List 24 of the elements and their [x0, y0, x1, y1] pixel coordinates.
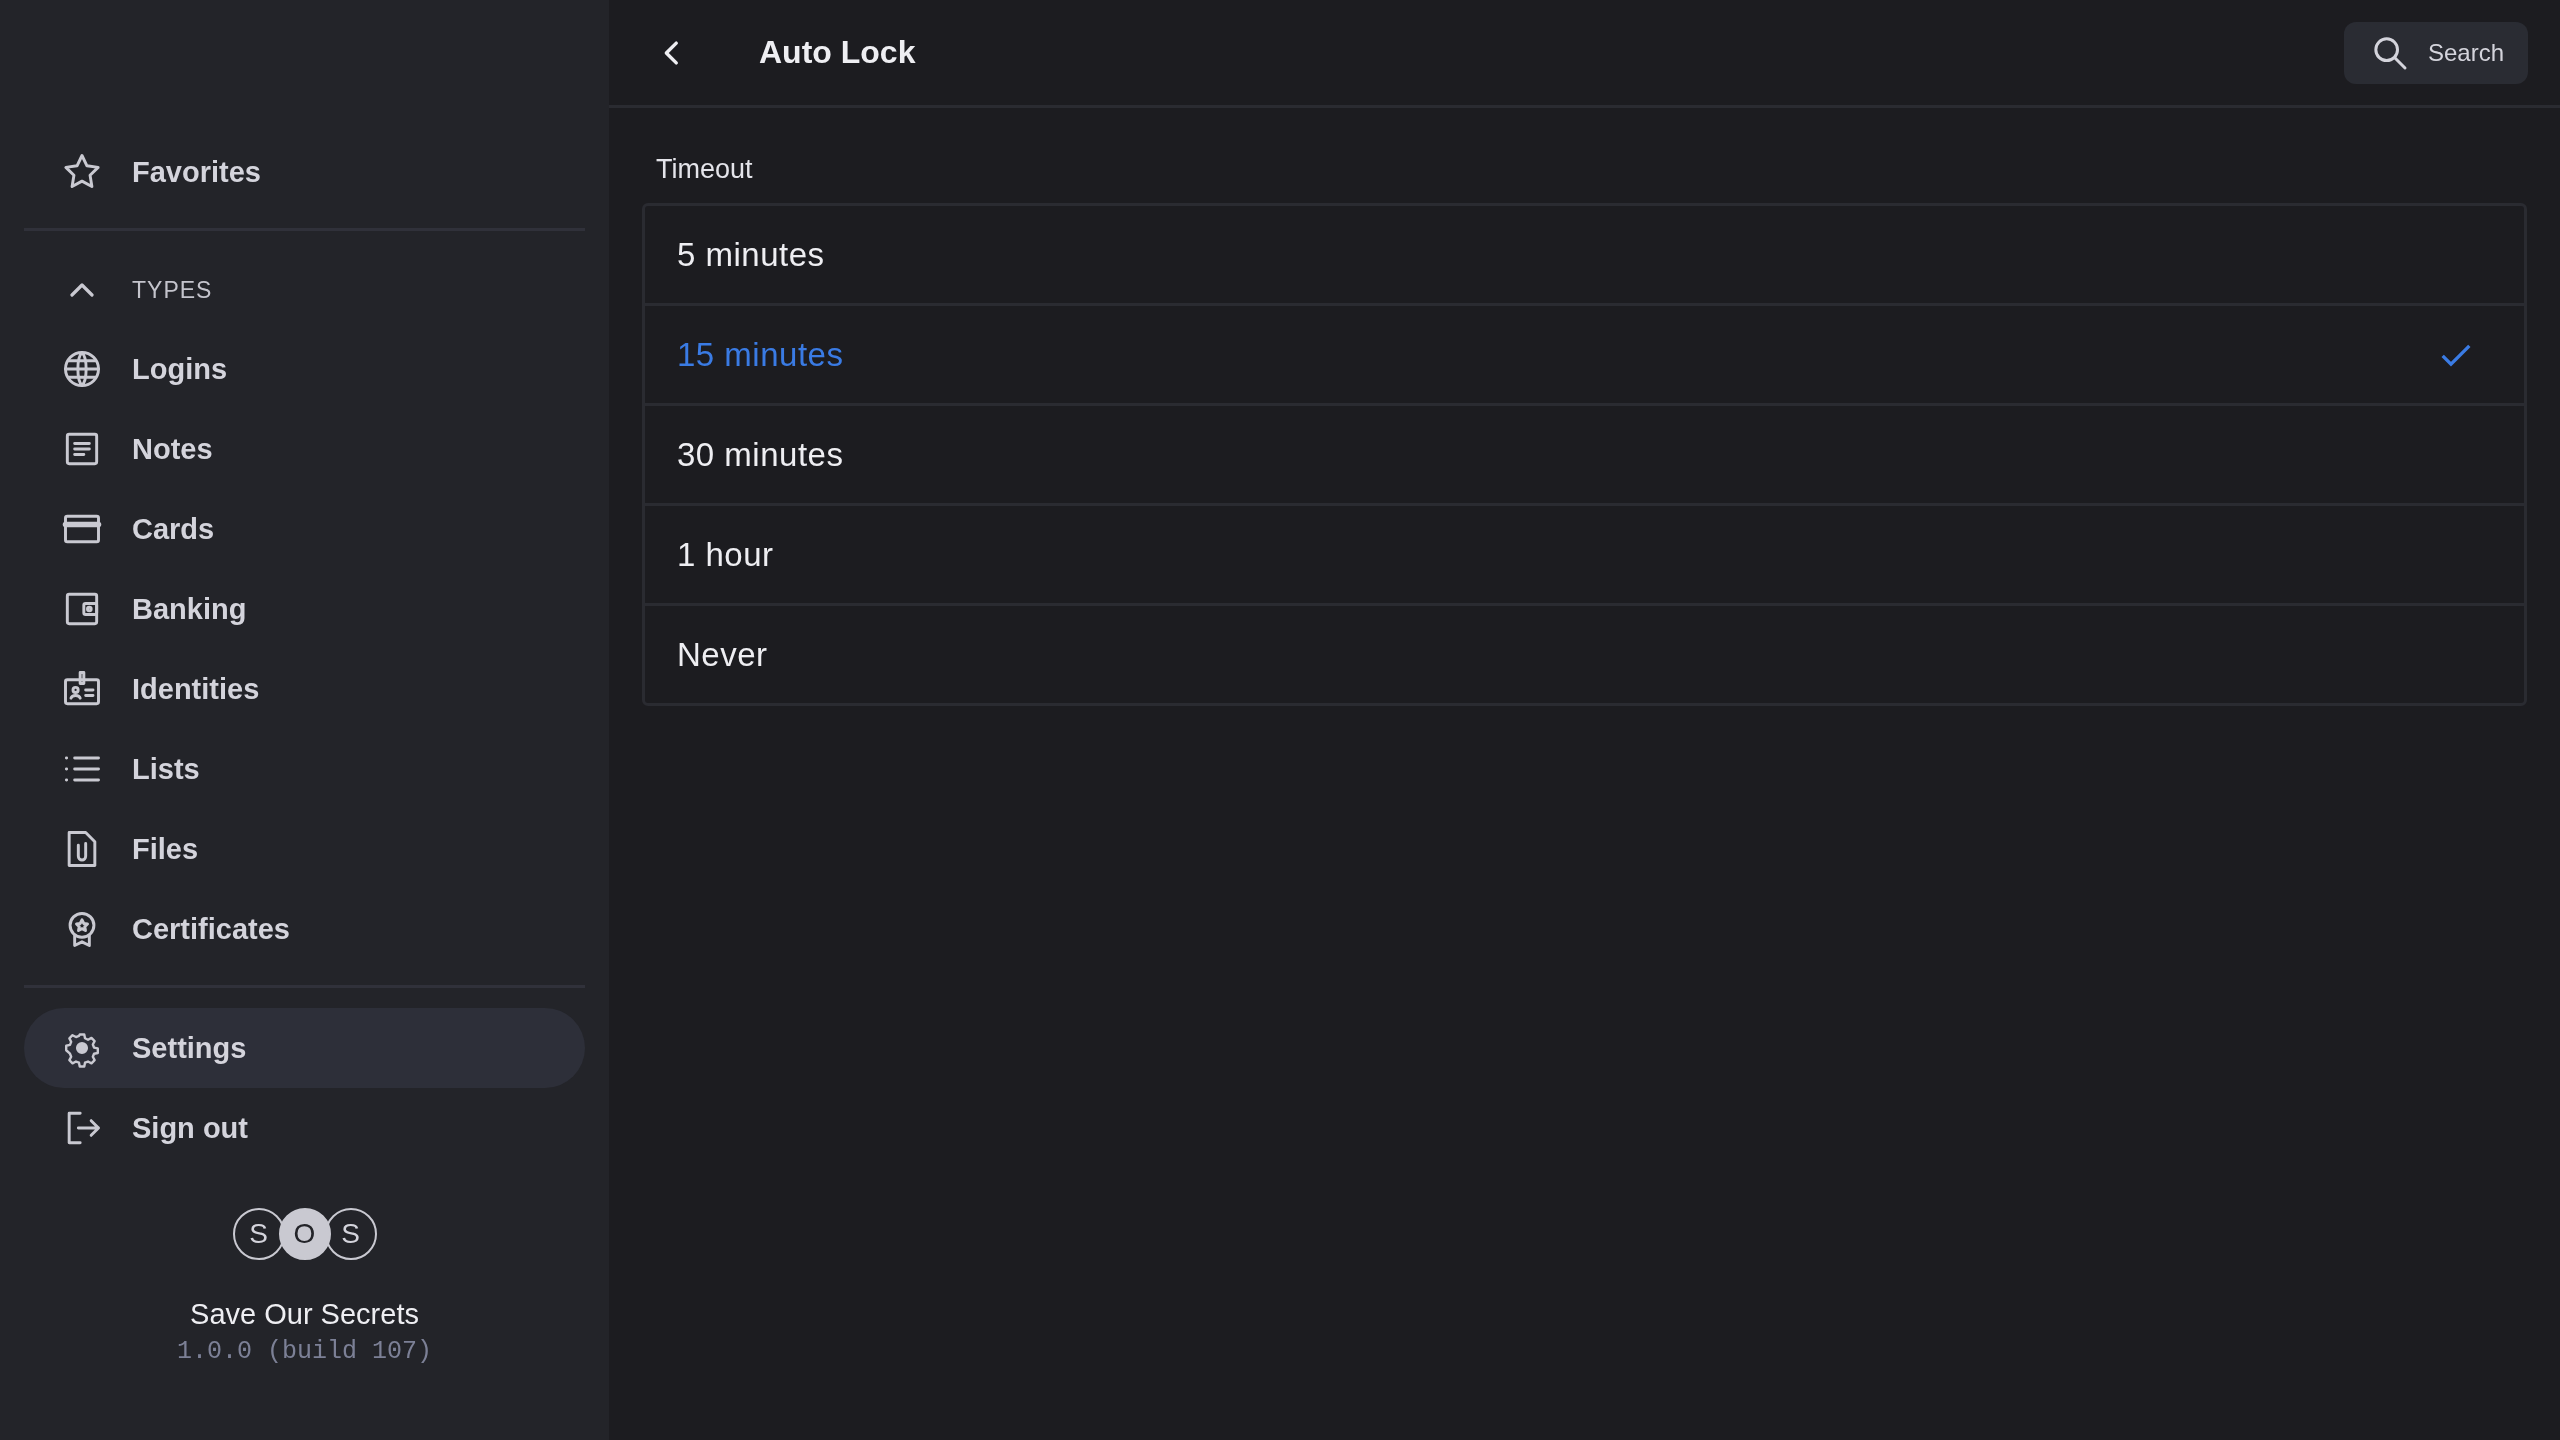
sidebar-item[interactable]: Favorites: [24, 132, 585, 212]
app-logo: S O S: [232, 1208, 377, 1260]
option-item[interactable]: 30 minutes: [645, 403, 2524, 503]
sidebar-item[interactable]: Notes: [24, 409, 585, 489]
section-header[interactable]: TYPES: [24, 251, 585, 329]
sidebar-item[interactable]: Settings: [24, 1008, 585, 1088]
version-text: 1.0.0 (build 107): [176, 1337, 432, 1366]
option-item[interactable]: 5 minutes: [645, 206, 2524, 303]
sidebar-item[interactable]: Certificates: [24, 889, 585, 969]
sidebar-item[interactable]: Lists: [24, 729, 585, 809]
sidebar-item[interactable]: Sign out: [24, 1088, 585, 1168]
option-item[interactable]: Never: [645, 603, 2524, 703]
sidebar-item[interactable]: Banking: [24, 569, 585, 649]
app-name: Save Our Secrets: [190, 1298, 419, 1331]
sidebar-item[interactable]: Files: [24, 809, 585, 889]
option-item[interactable]: 1 hour: [645, 503, 2524, 603]
sidebar-item[interactable]: Cards: [24, 489, 585, 569]
page-title: Auto Lock: [759, 34, 917, 71]
section-label: Timeout: [656, 154, 754, 185]
sidebar-item[interactable]: Identities: [24, 649, 585, 729]
chevron-up-icon: [70, 283, 94, 297]
sidebar-item[interactable]: Logins: [24, 329, 585, 409]
search-button[interactable]: Search: [2343, 21, 2528, 84]
option-item[interactable]: 15 minutes: [645, 303, 2524, 403]
